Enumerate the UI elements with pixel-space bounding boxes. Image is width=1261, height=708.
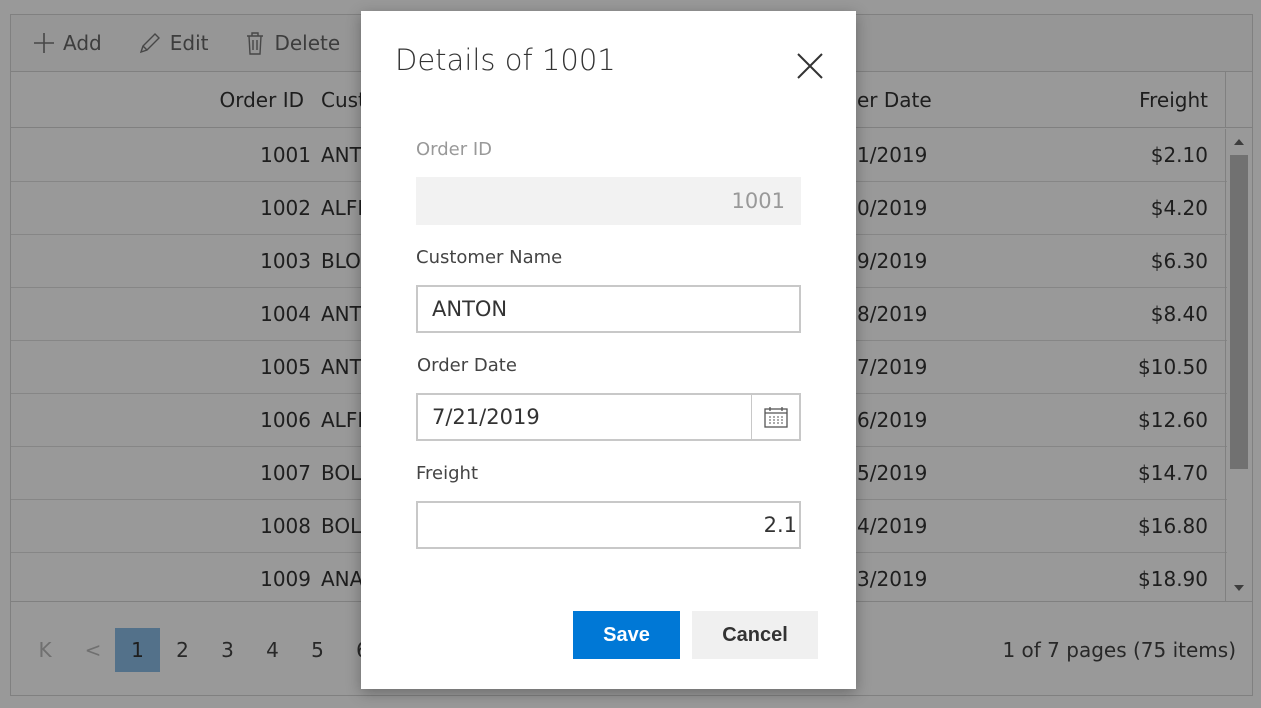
edit-dialog: Details of 1001 Order ID 1001 Customer N… [361,11,856,689]
order-id-field: 1001 [416,177,801,225]
calendar-icon[interactable] [751,393,799,441]
freight-label: Freight [416,463,479,484]
order-date-label: Order Date [417,355,517,376]
freight-field[interactable]: 2.1 [416,501,801,549]
customer-name-label: Customer Name [416,247,563,268]
dialog-title: Details of 1001 [395,43,616,77]
save-button[interactable]: Save [573,611,680,659]
close-icon[interactable] [795,51,825,81]
order-date-value: 7/21/2019 [432,405,540,429]
cancel-button[interactable]: Cancel [692,611,818,659]
customer-name-field[interactable]: ANTON [416,285,801,333]
order-date-field[interactable]: 7/21/2019 [416,393,801,441]
order-id-label: Order ID [416,139,493,160]
